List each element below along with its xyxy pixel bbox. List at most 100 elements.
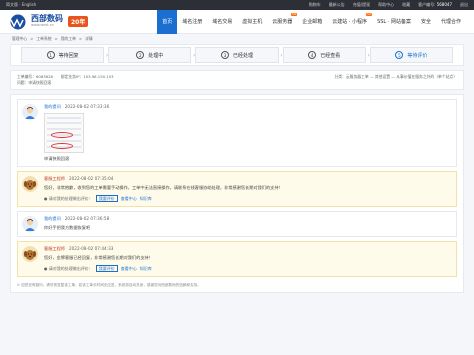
nav-item-4[interactable]: 云服务器 hot [267, 10, 298, 34]
nav-item-1[interactable]: 域名注册 [177, 10, 207, 34]
knowledge-base-link[interactable]: 知识库 [140, 196, 152, 202]
nav-item-5[interactable]: 企业邮箱 [297, 10, 327, 34]
brand-logo[interactable]: 西部数码 www.west.cn 20年 [8, 14, 120, 30]
nav-item-label: 代理合作 [440, 19, 461, 25]
knowledge-base-link[interactable]: 知识库 [140, 266, 152, 272]
ticket-ip: 绑定业务IP：103.96.150.153 [60, 74, 114, 79]
nav-item-0[interactable]: 首页 [157, 9, 178, 34]
message-author: 客服工程师 [44, 246, 65, 251]
step-label: 等待回复 [58, 52, 79, 59]
nav-item-label: 企业邮箱 [302, 19, 323, 25]
account-number: 客户编号: 568047 [418, 2, 452, 7]
message-text: 您好，金牌客服已经回复，非常感谢您长期对我们的支持！ [44, 255, 153, 260]
nav-item-3[interactable]: 虚拟主机 [237, 10, 267, 34]
staff-reply: 客服工程师 2022-08-02 07:44:33 您好，金牌客服已经回复，非常感谢… [17, 241, 457, 277]
user-message: 我的提问 2022-08-02 07:36:58 你好手把我方数据恢复吧 [17, 211, 457, 237]
nav-item-label: 首页 [162, 19, 173, 25]
anniversary-badge: 20年 [68, 16, 89, 27]
user-message: 我的提问 2022-08-02 07:33:36 申请快照回滚 [17, 99, 457, 167]
cart-link[interactable]: 购物车 [309, 2, 321, 8]
message-text: 申请快照回滚 [44, 156, 70, 161]
breadcrumb-item[interactable]: 工单系统 [36, 36, 51, 42]
brand-name: 西部数码 [31, 14, 63, 24]
breadcrumb-item[interactable]: 我的工单 [61, 36, 76, 42]
breadcrumb-item: 详情 [85, 35, 93, 41]
step-2: 2 处理中 › [108, 47, 195, 63]
rate-button[interactable]: 我要评价 [95, 265, 118, 272]
favorite-link[interactable]: 收藏 [402, 2, 410, 8]
help-center-link[interactable]: 查看中心 [121, 266, 137, 272]
nav-item-2[interactable]: 域名交易 [207, 10, 237, 34]
step-label: 已经处理 [233, 52, 254, 59]
rating-prompt: ● 请对我的处理做出评价： [44, 265, 93, 271]
breadcrumb-separator: > [54, 36, 58, 41]
user-avatar-icon [22, 216, 38, 232]
ticket-info: 工单编号：6063628 绑定业务IP：103.96.150.153 分类：云服… [10, 70, 464, 90]
staff-avatar-icon [22, 176, 38, 192]
rating-bar: ● 请对我的处理做出评价： 我要评价 查看中心 知识库 [44, 265, 452, 272]
nav-item-7[interactable]: SSL · 网站备案 [372, 10, 416, 34]
help-center-link[interactable]: 查看中心 [121, 196, 137, 202]
announcement-link[interactable]: 最新公告 [329, 2, 345, 8]
step-4: 4 已经查看 › [282, 47, 370, 63]
step-number: 5 [395, 51, 404, 59]
message-time: 2022-08-02 07:36:58 [64, 216, 110, 221]
staff-reply: 客服工程师 2022-08-02 07:35:04 您好，非常抱歉，收到您的工单需要… [17, 171, 457, 207]
recharge-link[interactable]: 充值/提现 [353, 2, 370, 8]
step-3: 3 已经处理 › [195, 47, 283, 63]
nav-item-label: 域名交易 [212, 19, 233, 25]
message-author: 客服工程师 [44, 176, 65, 181]
ticket-title: 问题：申请快照回滚 [17, 80, 52, 85]
ticket-category: 分类：云服务器工单 — 其他设置 — 从事价值在服务之外的（单个站点） [334, 74, 457, 79]
step-label: 已经查看 [320, 52, 341, 59]
rating-bar: ● 请对我的处理做出评价： 我要评价 查看中心 知识库 [44, 195, 452, 202]
ticket-progress-steps: 1 等待回复 › 2 处理中 › 3 已经处理 › 4 已经查看 › 5 等待评价 [10, 44, 464, 66]
breadcrumb-separator: > [78, 36, 83, 41]
message-body: 我的提问 2022-08-02 07:36:58 你好手把我方数据恢复吧 [44, 216, 452, 232]
message-body: 我的提问 2022-08-02 07:33:36 申请快照回滚 [44, 104, 452, 162]
help-link[interactable]: 帮助中心 [378, 2, 394, 8]
message-body: 客服工程师 2022-08-02 07:44:33 您好，金牌客服已经回复，非常感谢… [44, 246, 452, 272]
step-5: 5 等待评价 [369, 47, 454, 63]
message-author: 我的提问 [44, 216, 61, 221]
attachment-screenshot[interactable] [44, 113, 84, 153]
message-text: 您好，非常抱歉，收到您的工单需要手动操作，工单中无法直接操作，请联系在线客服协助… [44, 185, 283, 190]
main-nav: 首页 域名注册 域名交易 虚拟主机 云服务器 hot 企业邮箱 云建站 · 小程序 hot SSL… [120, 9, 466, 34]
breadcrumb-separator: > [30, 36, 34, 41]
language-switch[interactable]: 简文版 · English [6, 2, 36, 8]
top-utility-bar: 简文版 · English 购物车 最新公告 充值/提现 帮助中心 收藏 客户编… [0, 0, 474, 10]
nav-item-label: 域名注册 [182, 19, 203, 25]
message-text: 你好手把我方数据恢复吧 [44, 225, 91, 230]
message-thread: 我的提问 2022-08-02 07:33:36 申请快照回滚 客服工程师 2022-0… [10, 94, 464, 293]
message-time: 2022-08-02 07:35:04 [68, 176, 114, 181]
staff-avatar-icon [22, 246, 38, 262]
step-1: 1 等待回复 › [21, 47, 108, 63]
nav-item-label: SSL · 网站备案 [377, 19, 411, 25]
step-number: 2 [136, 51, 145, 59]
step-number: 3 [221, 51, 229, 59]
ticket-footer-note: ⊙ 如您还有疑问，请尽快答复该工单，若该工单长时间无应答，系统将自动关闭，感谢您… [17, 283, 201, 287]
message-time: 2022-08-02 07:44:33 [68, 246, 114, 251]
logout-link[interactable]: 退出 [460, 2, 468, 8]
brand-url: www.west.cn [31, 23, 54, 28]
nav-item-8[interactable]: 安全 [416, 10, 436, 34]
step-label: 处理中 [148, 52, 164, 59]
user-avatar-icon [22, 104, 38, 120]
rate-button[interactable]: 我要评价 [95, 195, 118, 202]
logo-icon [10, 14, 26, 29]
breadcrumb-item[interactable]: 管理中心 [12, 36, 27, 42]
step-label: 等待评价 [407, 52, 428, 59]
main-header: 西部数码 www.west.cn 20年 首页 域名注册 域名交易 虚拟主机 云服务器 h… [0, 9, 474, 34]
nav-item-label: 云服务器 [272, 19, 293, 25]
message-time: 2022-08-02 07:33:36 [64, 104, 110, 109]
nav-item-6[interactable]: 云建站 · 小程序 hot [327, 10, 373, 34]
step-number: 1 [46, 51, 55, 59]
message-author: 我的提问 [44, 104, 61, 109]
nav-item-label: 云建站 · 小程序 [332, 19, 368, 25]
nav-item-label: 虚拟主机 [242, 19, 263, 25]
rating-prompt: ● 请对我的处理做出评价： [44, 195, 93, 201]
message-body: 客服工程师 2022-08-02 07:35:04 您好，非常抱歉，收到您的工单需要… [44, 176, 452, 202]
step-number: 4 [308, 51, 317, 59]
breadcrumb: 管理中心 > 工单系统 > 我的工单 > 详情 [0, 34, 474, 43]
nav-item-9[interactable]: 代理合作 [436, 10, 466, 34]
